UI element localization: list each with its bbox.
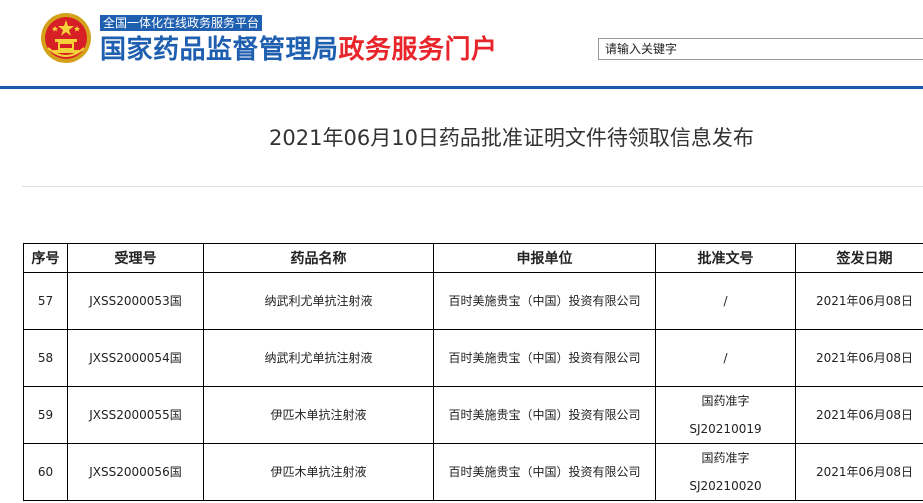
cell-accept-no: JXSS2000054国	[67, 329, 204, 387]
cell-accept-no: JXSS2000053国	[67, 272, 204, 330]
table-row: 58 JXSS2000054国 纳武利尤单抗注射液 百时美施贵宝（中国）投资有限…	[23, 329, 923, 387]
platform-tagline[interactable]: 全国一体化在线政务服务平台	[100, 15, 263, 31]
cell-issue-date: 2021年06月08日	[795, 329, 923, 387]
cell-approval-no: 国药准字 SJ20210020	[655, 443, 796, 501]
cell-index: 60	[23, 443, 68, 501]
header-cell-index: 序号	[23, 243, 68, 273]
table-row: 59 JXSS2000055国 伊匹木单抗注射液 百时美施贵宝（中国）投资有限公…	[23, 386, 923, 444]
search-input[interactable]	[598, 38, 923, 60]
header-cell-applicant: 申报单位	[433, 243, 656, 273]
cell-drug-name: 伊匹木单抗注射液	[203, 386, 434, 444]
cell-drug-name: 伊匹木单抗注射液	[203, 443, 434, 501]
cell-index: 59	[23, 386, 68, 444]
approval-no-line-2: SJ20210020	[689, 479, 762, 493]
cell-approval-no: /	[655, 272, 796, 330]
header-cell-accept-no: 受理号	[67, 243, 204, 273]
approval-no-line-2: SJ20210019	[689, 422, 762, 436]
table-row: 60 JXSS2000056国 伊匹木单抗注射液 百时美施贵宝（中国）投资有限公…	[23, 443, 923, 501]
cell-drug-name: 纳武利尤单抗注射液	[203, 329, 434, 387]
brand-sub-text: 政务服务门户	[338, 35, 498, 65]
cell-issue-date: 2021年06月08日	[795, 272, 923, 330]
approval-no-line-1: 国药准字	[701, 451, 750, 465]
cell-approval-no: /	[655, 329, 796, 387]
approval-no-line-1: /	[723, 351, 728, 365]
title-divider	[22, 186, 923, 187]
cell-issue-date: 2021年06月08日	[795, 386, 923, 444]
header-cell-issue-date: 签发日期	[795, 243, 923, 273]
cell-issue-date: 2021年06月08日	[795, 443, 923, 501]
approval-no-line-1: 国药准字	[701, 394, 750, 408]
cell-applicant: 百时美施贵宝（中国）投资有限公司	[433, 386, 656, 444]
header-divider	[0, 86, 923, 89]
cell-applicant: 百时美施贵宝（中国）投资有限公司	[433, 443, 656, 501]
table-header-row: 序号 受理号 药品名称 申报单位 批准文号 签发日期	[23, 243, 923, 273]
cell-accept-no: JXSS2000055国	[67, 386, 204, 444]
national-emblem-icon	[41, 13, 91, 63]
approval-no-line-1: /	[723, 294, 728, 308]
site-header: 全国一体化在线政务服务平台 国家药品监督管理局政务服务门户	[0, 0, 923, 86]
cell-applicant: 百时美施贵宝（中国）投资有限公司	[433, 329, 656, 387]
cell-approval-no: 国药准字 SJ20210019	[655, 386, 796, 444]
cell-index: 58	[23, 329, 68, 387]
cell-applicant: 百时美施贵宝（中国）投资有限公司	[433, 272, 656, 330]
header-cell-drug-name: 药品名称	[203, 243, 434, 273]
cell-drug-name: 纳武利尤单抗注射液	[203, 272, 434, 330]
site-brand[interactable]: 国家药品监督管理局政务服务门户	[100, 33, 498, 67]
page-title: 2021年06月10日药品批准证明文件待领取信息发布	[269, 126, 754, 150]
cell-accept-no: JXSS2000056国	[67, 443, 204, 501]
brand-main-text: 国家药品监督管理局	[100, 35, 339, 65]
table-row: 57 JXSS2000053国 纳武利尤单抗注射液 百时美施贵宝（中国）投资有限…	[23, 272, 923, 330]
drug-approval-table: 序号 受理号 药品名称 申报单位 批准文号 签发日期 57 JXSS200005…	[23, 243, 923, 501]
header-cell-approval-no: 批准文号	[655, 243, 796, 273]
cell-index: 57	[23, 272, 68, 330]
